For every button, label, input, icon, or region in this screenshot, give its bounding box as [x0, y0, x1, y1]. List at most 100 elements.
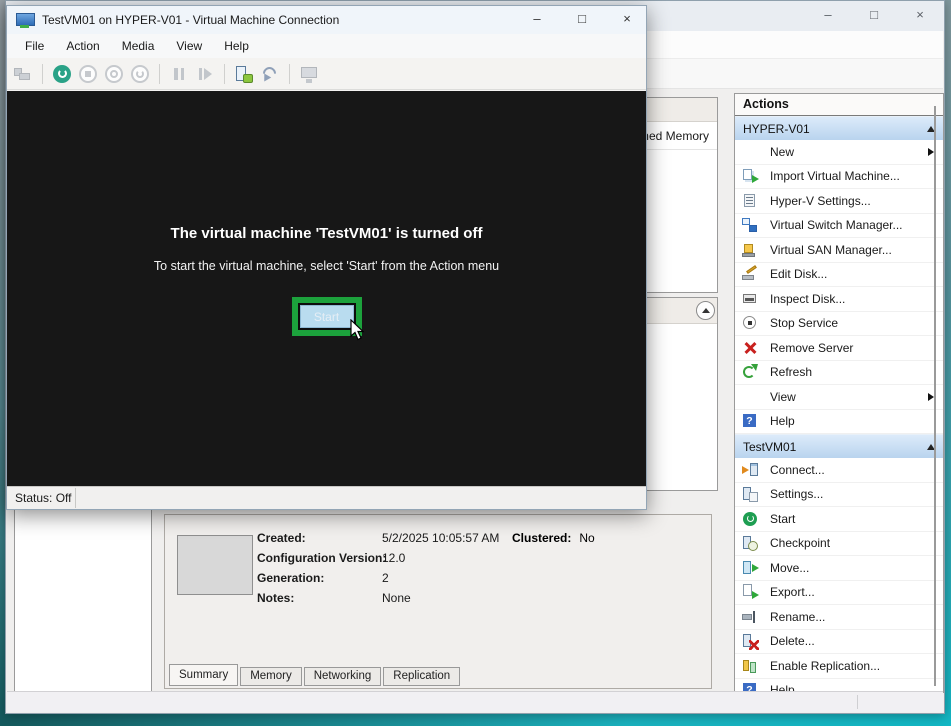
shut-down-icon[interactable] — [104, 64, 124, 84]
action-label: Virtual SAN Manager... — [770, 243, 892, 257]
toolbar-separator — [42, 64, 43, 84]
action-start[interactable]: Start — [735, 507, 943, 532]
manager-minimize-button[interactable]: – — [818, 5, 838, 25]
action-label: Delete... — [770, 634, 815, 648]
enhanced-session-icon[interactable] — [299, 64, 319, 84]
collapse-section-button[interactable] — [696, 301, 715, 320]
action-rename[interactable]: Rename... — [735, 605, 943, 630]
section-title: HYPER-V01 — [743, 122, 927, 136]
remove-server-icon — [742, 340, 758, 356]
menu-media[interactable]: Media — [122, 39, 155, 53]
edit-disk-icon — [742, 266, 758, 282]
tab-networking[interactable]: Networking — [304, 667, 382, 686]
details-fields: Created:5/2/2025 10:05:57 AMConfiguratio… — [257, 531, 499, 611]
statusbar-divider — [857, 695, 858, 709]
action-label: Refresh — [770, 365, 812, 379]
action-label: Connect... — [770, 463, 825, 477]
action-delete[interactable]: Delete... — [735, 630, 943, 655]
action-label: Virtual Switch Manager... — [770, 218, 903, 232]
action-import-virtual-machine[interactable]: Import Virtual Machine... — [735, 165, 943, 190]
stop-service-icon — [742, 315, 758, 331]
vm-settings-icon — [742, 486, 758, 502]
vmconnect-maximize-button[interactable]: □ — [573, 9, 591, 29]
action-label: Stop Service — [770, 316, 838, 330]
pause-icon[interactable] — [169, 64, 189, 84]
clustered-field: Clustered:No — [512, 531, 595, 545]
action-connect[interactable]: Connect... — [735, 458, 943, 483]
menu-view[interactable]: View — [176, 39, 202, 53]
actions-section-header-hyper-v01[interactable]: HYPER-V01 — [735, 116, 943, 140]
action-label: Remove Server — [770, 341, 853, 355]
action-label: New — [770, 145, 794, 159]
menu-help[interactable]: Help — [224, 39, 249, 53]
checkpoint-icon[interactable] — [234, 64, 254, 84]
tab-replication[interactable]: Replication — [383, 667, 460, 686]
inspect-disk-icon — [742, 291, 758, 307]
detail-row: Generation:2 — [257, 571, 499, 591]
action-label: Rename... — [770, 610, 825, 624]
statusbar-divider — [75, 488, 76, 508]
tab-memory[interactable]: Memory — [240, 667, 302, 686]
action-view[interactable]: View — [735, 385, 943, 410]
action-virtual-switch-manager[interactable]: Virtual Switch Manager... — [735, 214, 943, 239]
turn-off-icon[interactable] — [78, 64, 98, 84]
toolbar-separator — [159, 64, 160, 84]
action-checkpoint[interactable]: Checkpoint — [735, 532, 943, 557]
start-button[interactable]: Start — [300, 305, 354, 328]
action-enable-replication[interactable]: Enable Replication... — [735, 654, 943, 679]
action-settings[interactable]: Settings... — [735, 483, 943, 508]
start-button-highlight: Start — [292, 297, 362, 336]
move-icon — [742, 560, 758, 576]
action-help[interactable]: Help — [735, 410, 943, 435]
menu-file[interactable]: File — [25, 39, 44, 53]
vmconnect-window: TestVM01 on HYPER-V01 - Virtual Machine … — [6, 5, 647, 510]
action-label: Import Virtual Machine... — [770, 169, 900, 183]
vmconnect-titlebar[interactable]: TestVM01 on HYPER-V01 - Virtual Machine … — [7, 6, 646, 34]
start-icon[interactable] — [52, 64, 72, 84]
switch-manager-icon — [742, 217, 758, 233]
reset-icon[interactable] — [195, 64, 215, 84]
revert-icon[interactable] — [260, 64, 280, 84]
detail-row: Notes:None — [257, 591, 499, 611]
action-label: Settings... — [770, 487, 823, 501]
vmconnect-close-button[interactable]: × — [618, 9, 636, 29]
action-label: Move... — [770, 561, 809, 575]
action-hyper-v-settings[interactable]: Hyper-V Settings... — [735, 189, 943, 214]
action-inspect-disk[interactable]: Inspect Disk... — [735, 287, 943, 312]
vmconnect-toolbar — [7, 58, 646, 90]
manager-maximize-button[interactable]: □ — [864, 5, 884, 25]
action-stop-service[interactable]: Stop Service — [735, 312, 943, 337]
action-remove-server[interactable]: Remove Server — [735, 336, 943, 361]
delete-icon — [742, 633, 758, 649]
action-label: Hyper-V Settings... — [770, 194, 871, 208]
connect-icon — [742, 462, 758, 478]
actions-scrollbar[interactable] — [934, 106, 936, 686]
menu-action[interactable]: Action — [66, 39, 99, 53]
action-label: Export... — [770, 585, 815, 599]
action-new[interactable]: New — [735, 140, 943, 165]
manager-close-button[interactable]: × — [910, 5, 930, 25]
san-manager-icon — [742, 242, 758, 258]
vm-display-screen[interactable]: The virtual machine 'TestVM01' is turned… — [7, 91, 646, 493]
actions-section-header-testvm01[interactable]: TestVM01 — [735, 434, 943, 458]
detail-value: 5/2/2025 10:05:57 AM — [382, 531, 499, 545]
action-export[interactable]: Export... — [735, 581, 943, 606]
detail-value: None — [382, 591, 411, 605]
action-label: Checkpoint — [770, 536, 830, 550]
manager-statusbar — [7, 691, 943, 712]
action-label: Enable Replication... — [770, 659, 880, 673]
refresh-icon — [742, 364, 758, 380]
action-refresh[interactable]: Refresh — [735, 361, 943, 386]
vmconnect-minimize-button[interactable]: – — [528, 9, 546, 29]
tab-summary[interactable]: Summary — [169, 664, 238, 686]
icon-spacer — [742, 389, 758, 405]
ctrl-alt-del-icon[interactable] — [13, 64, 33, 84]
action-virtual-san-manager[interactable]: Virtual SAN Manager... — [735, 238, 943, 263]
action-label: Inspect Disk... — [770, 292, 845, 306]
action-move[interactable]: Move... — [735, 556, 943, 581]
save-icon[interactable] — [130, 64, 150, 84]
detail-label: Generation: — [257, 571, 382, 585]
action-label: Edit Disk... — [770, 267, 827, 281]
desktop: – □ × Assigned Memory TestVM01 Created:5… — [0, 0, 951, 726]
action-edit-disk[interactable]: Edit Disk... — [735, 263, 943, 288]
